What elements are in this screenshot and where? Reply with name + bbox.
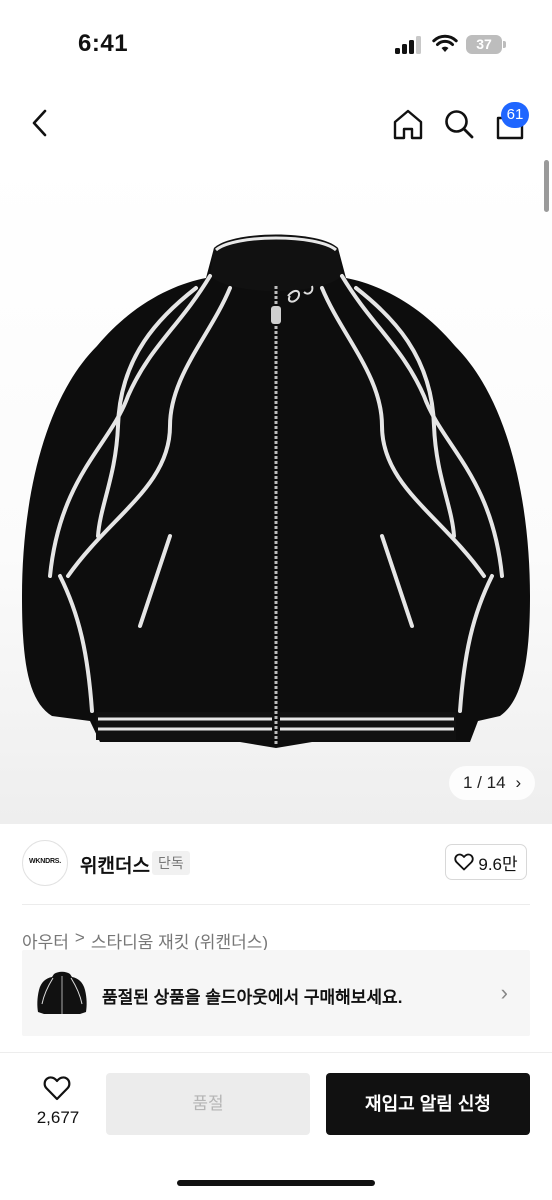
wifi-icon bbox=[432, 34, 458, 52]
chevron-right-icon: › bbox=[500, 980, 508, 1005]
top-navigation bbox=[0, 92, 552, 156]
cellular-signal-icon bbox=[395, 36, 423, 54]
heart-icon bbox=[454, 853, 475, 871]
chevron-right-icon: › bbox=[515, 773, 522, 792]
soldout-button: 품절 bbox=[106, 1073, 310, 1135]
restock-alert-button[interactable]: 재입고 알림 신청 bbox=[326, 1073, 530, 1135]
brand-logo[interactable]: WKNDRS. bbox=[22, 840, 68, 886]
divider bbox=[22, 904, 530, 905]
product-thumbnail bbox=[37, 971, 87, 1014]
status-bar: 6:41 37 bbox=[0, 0, 552, 92]
brand-row: WKNDRS. 위캔더스 단독 9.6만 bbox=[0, 840, 552, 890]
soldout-banner[interactable]: 품절된 상품을 솔드아웃에서 구매해보세요. › bbox=[22, 950, 530, 1036]
status-time: 6:41 bbox=[78, 30, 129, 57]
pager-text: 1 / 14 bbox=[463, 773, 506, 792]
brand-like-button[interactable]: 9.6만 bbox=[445, 844, 527, 880]
product-image[interactable] bbox=[0, 156, 552, 824]
cart-count-badge: 61 bbox=[501, 102, 529, 128]
brand-name[interactable]: 위캔더스 bbox=[80, 851, 150, 878]
soldout-message: 품절된 상품을 솔드아웃에서 구매해보세요. bbox=[102, 988, 403, 1007]
image-pager[interactable]: 1 / 14 › bbox=[449, 766, 536, 800]
home-icon[interactable] bbox=[392, 108, 424, 140]
battery-tip bbox=[503, 41, 506, 48]
exclusive-badge: 단독 bbox=[152, 851, 190, 875]
chevron-left-icon[interactable] bbox=[26, 106, 54, 140]
heart-icon bbox=[43, 1076, 71, 1101]
brand-like-count: 9.6만 bbox=[478, 854, 518, 874]
page-scrollbar[interactable] bbox=[544, 160, 549, 212]
wishlist-count: 2,677 bbox=[36, 1108, 80, 1127]
brand-logo-text: WKNDRS. bbox=[28, 858, 62, 865]
wishlist-button[interactable]: 2,677 bbox=[34, 1075, 80, 1128]
home-indicator[interactable] bbox=[177, 1180, 375, 1186]
search-icon[interactable] bbox=[443, 108, 475, 140]
battery-icon: 37 bbox=[466, 35, 502, 54]
jacket-illustration bbox=[22, 234, 530, 748]
battery-level: 37 bbox=[476, 36, 492, 52]
bottom-action-bar: 2,677 품절 재입고 알림 신청 bbox=[0, 1053, 552, 1200]
